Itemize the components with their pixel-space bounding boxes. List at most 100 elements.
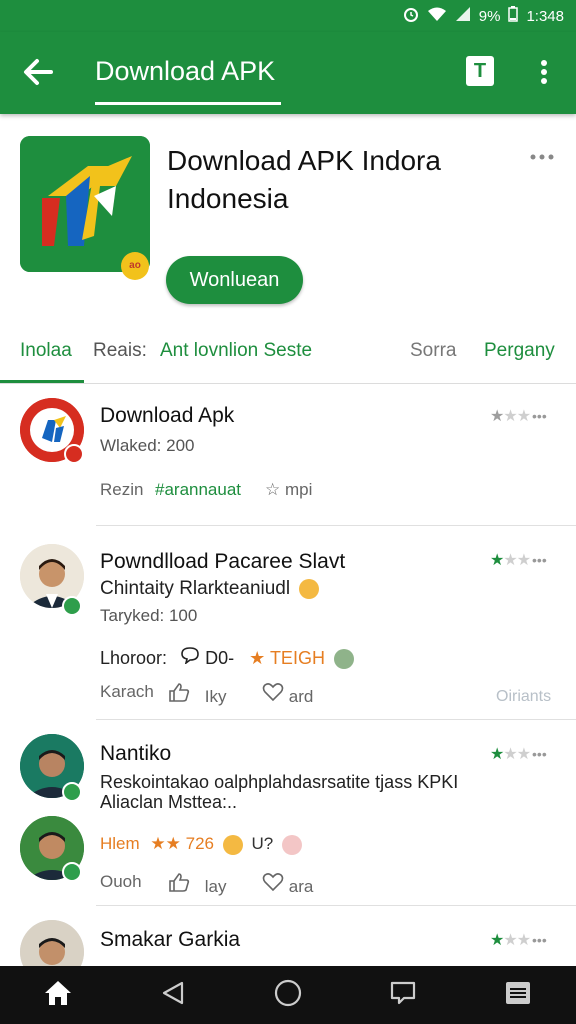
review-action-reply[interactable]: Karach bbox=[100, 682, 154, 702]
more-horiz-icon bbox=[530, 144, 554, 166]
heart-button[interactable]: ard bbox=[262, 682, 313, 707]
verified-badge-icon bbox=[62, 596, 82, 616]
review-author: Nantiko bbox=[100, 742, 172, 765]
thumbs-up-icon bbox=[168, 683, 195, 706]
review-rating: ★★★ ••• bbox=[490, 744, 547, 764]
chat-icon bbox=[389, 979, 417, 1012]
signal-icon bbox=[455, 6, 471, 26]
more-horiz-icon: ••• bbox=[532, 746, 547, 762]
heart-icon bbox=[262, 683, 289, 706]
app-title-line-1: Download APK Indora bbox=[167, 145, 441, 176]
navigation-bar bbox=[0, 966, 576, 1024]
emoji-icon bbox=[281, 834, 302, 855]
like-button[interactable]: lay bbox=[168, 872, 226, 897]
tab-ant-lovnlion-seste[interactable]: Ant lovnlion Seste bbox=[160, 340, 312, 362]
tab-bar: Inolaa Reais: Ant lovnlion Seste Sorra P… bbox=[0, 330, 576, 384]
home-icon bbox=[43, 979, 73, 1012]
star-icon: ★ bbox=[490, 746, 504, 763]
star-icon: ★ bbox=[490, 552, 504, 569]
more-horiz-icon: ••• bbox=[532, 932, 547, 948]
text-format-button[interactable]: T bbox=[466, 56, 494, 86]
wifi-icon bbox=[427, 6, 447, 26]
review-rating: ★★★ ••• bbox=[490, 930, 547, 950]
tab-active-indicator bbox=[0, 380, 84, 383]
review-item[interactable]: Smakar Garkia ★★★ ••• bbox=[0, 906, 576, 966]
star-icon: ★ bbox=[490, 408, 504, 425]
heart-label: ard bbox=[288, 687, 314, 706]
emoji-icon bbox=[299, 578, 320, 599]
star-icon: ★★ bbox=[503, 746, 531, 763]
review-star-action[interactable]: ☆ mpi bbox=[265, 480, 312, 500]
back-triangle-icon bbox=[160, 980, 186, 1011]
review-subtitle: Chintaity Rlarkteaniudl bbox=[100, 578, 320, 600]
star-outline-icon: ☆ bbox=[265, 480, 281, 499]
like-label: lay bbox=[204, 877, 227, 896]
nav-chat-button[interactable] bbox=[373, 966, 433, 1024]
meta-label: Hlem bbox=[100, 834, 140, 853]
star-icon: ★ bbox=[490, 932, 504, 949]
avatar-badge bbox=[64, 444, 84, 464]
emoji-icon bbox=[333, 649, 354, 670]
review-hashtag-link[interactable]: #arannauat bbox=[155, 480, 241, 500]
nav-home-button[interactable] bbox=[28, 966, 88, 1024]
review-action-reply[interactable]: Ouoh bbox=[100, 872, 142, 892]
tab-sorra[interactable]: Sorra bbox=[410, 340, 456, 362]
menu-icon bbox=[504, 980, 532, 1011]
emoji-icon bbox=[222, 834, 243, 855]
tab-inolaa[interactable]: Inolaa bbox=[20, 340, 72, 362]
battery-percent: 9% bbox=[478, 7, 501, 25]
tab-reais[interactable]: Reais: bbox=[93, 340, 147, 362]
review-rating: ★★★ ••• bbox=[490, 406, 547, 426]
tab-pergany[interactable]: Pergany bbox=[484, 340, 555, 362]
back-button[interactable] bbox=[18, 52, 58, 92]
avatar bbox=[20, 920, 84, 966]
comment-icon bbox=[180, 647, 205, 668]
app-icon-badge: ao bbox=[121, 252, 149, 280]
nav-circle-button[interactable] bbox=[258, 966, 318, 1024]
alarm-icon bbox=[403, 6, 419, 26]
clock: 1:348 bbox=[526, 7, 564, 25]
back-arrow-icon bbox=[21, 59, 55, 97]
thumbs-up-icon bbox=[168, 873, 195, 896]
review-item[interactable]: Nantiko Reskointakao oalphplahdasrsatite… bbox=[0, 720, 576, 906]
app-header: ao Download APK Indora Indonesia Wonluea… bbox=[0, 114, 576, 330]
t-icon: T bbox=[473, 60, 487, 82]
nav-menu-button[interactable] bbox=[488, 966, 548, 1024]
review-author: Download Apk bbox=[100, 404, 235, 427]
more-vert-icon bbox=[540, 60, 548, 91]
review-item[interactable]: Download Apk Wlaked: 200 ★★★ ••• Rezin #a… bbox=[0, 384, 576, 526]
review-action-label: Rezin bbox=[100, 480, 144, 499]
toolbar-title-underline bbox=[95, 102, 281, 105]
star-icon: ★★ bbox=[150, 834, 181, 853]
toolbar: Download APK T bbox=[0, 32, 576, 114]
verified-badge-icon bbox=[62, 862, 82, 882]
review-item[interactable]: Powndlload Pacaree Slavt Chintaity Rlark… bbox=[0, 526, 576, 720]
meta-tag: TEIGH bbox=[269, 648, 325, 668]
install-button[interactable]: Wonluean bbox=[166, 256, 303, 304]
star-icon: ★★ bbox=[503, 408, 531, 425]
review-meta: Taryked: 100 bbox=[100, 606, 198, 625]
review-text-line-1: Reskointakao oalphplahdasrsatite tjass K… bbox=[100, 772, 459, 792]
star-icon: ★★ bbox=[503, 552, 531, 569]
heart-button[interactable]: ara bbox=[262, 872, 313, 897]
like-button[interactable]: Iky bbox=[168, 682, 226, 707]
meta-tag: U? bbox=[251, 834, 274, 853]
review-trailing-label: Oiriants bbox=[496, 688, 552, 705]
app-title-line-2: Indonesia bbox=[167, 183, 289, 214]
review-subtitle-text: Chintaity Rlarkteaniudl bbox=[100, 578, 291, 599]
meta-label: Lhoroor: bbox=[100, 648, 168, 668]
review-author: Smakar Garkia bbox=[100, 928, 241, 951]
nav-back-button[interactable] bbox=[143, 966, 203, 1024]
status-bar: 9% 1:348 bbox=[0, 0, 576, 32]
heart-label: ara bbox=[288, 877, 314, 896]
review-author: Powndlload Pacaree Slavt bbox=[100, 550, 346, 573]
verified-badge-icon bbox=[62, 782, 82, 802]
review-meta-row: Lhoroor: D0- ★ TEIGH bbox=[100, 646, 354, 670]
review-star-action-label: mpi bbox=[284, 480, 313, 499]
star-icon: ★ bbox=[249, 648, 266, 668]
toolbar-title: Download APK bbox=[95, 56, 276, 86]
app-overflow-button[interactable] bbox=[530, 144, 554, 167]
circle-home-icon bbox=[273, 978, 303, 1013]
more-options-button[interactable] bbox=[532, 54, 556, 90]
review-meta-row: Hlem ★★ 726 U? bbox=[100, 834, 302, 855]
